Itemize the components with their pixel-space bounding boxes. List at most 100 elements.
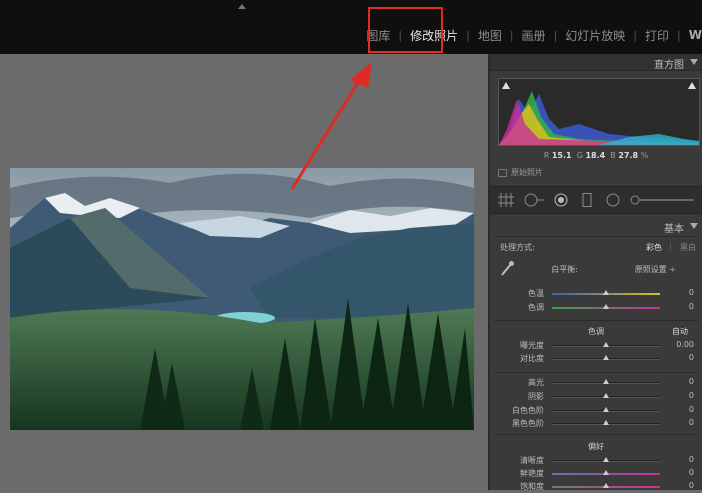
tint-value[interactable]: 0 bbox=[689, 302, 694, 311]
highlights-row: 高光 0 bbox=[490, 377, 702, 389]
radial-filter-icon[interactable] bbox=[606, 193, 620, 207]
module-web[interactable]: W bbox=[681, 28, 702, 42]
temp-label: 色温 bbox=[528, 289, 544, 298]
saturation-slider-knob[interactable] bbox=[603, 483, 609, 488]
landscape-photo[interactable] bbox=[10, 168, 474, 430]
temp-slider[interactable] bbox=[552, 290, 660, 295]
b-label: B bbox=[610, 151, 616, 160]
temp-row: 色温 0 bbox=[490, 288, 702, 300]
process-separator: | bbox=[669, 242, 672, 251]
white-balance-row: 白平衡: 原照设置 ÷ bbox=[490, 261, 702, 276]
module-slideshow[interactable]: 幻灯片放映 bbox=[557, 27, 633, 44]
whites-value[interactable]: 0 bbox=[689, 405, 694, 414]
adjustment-brush-icon[interactable] bbox=[630, 193, 694, 207]
clarity-value[interactable]: 0 bbox=[689, 455, 694, 464]
highlights-slider[interactable] bbox=[552, 379, 660, 384]
saturation-slider[interactable] bbox=[552, 483, 660, 488]
tint-slider[interactable] bbox=[552, 304, 660, 309]
histogram-header[interactable]: 直方图 bbox=[490, 54, 702, 71]
auto-tone-button[interactable]: 自动 bbox=[672, 326, 688, 337]
whites-slider-knob[interactable] bbox=[603, 407, 609, 412]
process-bw-option[interactable]: 黑白 bbox=[680, 242, 696, 253]
contrast-slider[interactable] bbox=[552, 355, 660, 360]
contrast-label: 对比度 bbox=[520, 354, 544, 363]
original-photo-toggle[interactable]: 原始照片 bbox=[498, 167, 543, 178]
blacks-label: 黑色色阶 bbox=[512, 419, 544, 428]
exposure-slider[interactable] bbox=[552, 342, 660, 347]
clarity-label: 清晰度 bbox=[520, 456, 544, 465]
basic-header[interactable]: 基本 bbox=[490, 218, 702, 235]
shadows-label: 阴影 bbox=[528, 392, 544, 401]
percent-unit: % bbox=[640, 151, 649, 160]
contrast-row: 对比度 0 bbox=[490, 353, 702, 365]
saturation-label: 饱和度 bbox=[520, 482, 544, 491]
vibrance-label: 鲜艳度 bbox=[520, 469, 544, 478]
shadows-row: 阴影 0 bbox=[490, 391, 702, 403]
process-row: 处理方式: 彩色 | 黑白 bbox=[490, 242, 702, 254]
section-divider bbox=[494, 236, 698, 237]
vibrance-slider-knob[interactable] bbox=[603, 470, 609, 475]
presence-title: 偏好 bbox=[588, 442, 604, 451]
clarity-slider[interactable] bbox=[552, 457, 660, 462]
shadows-value[interactable]: 0 bbox=[689, 391, 694, 400]
contrast-slider-knob[interactable] bbox=[603, 355, 609, 360]
white-balance-select[interactable]: 原照设置 ÷ bbox=[635, 264, 676, 275]
r-label: R bbox=[543, 151, 550, 160]
basic-collapse-icon[interactable] bbox=[690, 223, 698, 229]
presence-header-row: 偏好 bbox=[490, 441, 702, 453]
temp-slider-knob[interactable] bbox=[603, 290, 609, 295]
section-divider bbox=[494, 372, 698, 373]
right-panel: 直方图 R 15.1 G 18.4 B 27.8 % 原始照片 基本 处理方式:… bbox=[490, 54, 702, 491]
mountain-landscape-image bbox=[10, 168, 474, 430]
tint-slider-knob[interactable] bbox=[603, 304, 609, 309]
saturation-value[interactable]: 0 bbox=[689, 481, 694, 490]
module-print[interactable]: 打印 bbox=[637, 27, 677, 44]
blacks-value[interactable]: 0 bbox=[689, 418, 694, 427]
module-bar: 图库 | 修改照片 | 地图 | 画册 | 幻灯片放映 | 打印 | W bbox=[0, 0, 702, 54]
section-divider bbox=[494, 320, 698, 321]
highlights-label: 高光 bbox=[528, 378, 544, 387]
whites-label: 白色色阶 bbox=[512, 406, 544, 415]
spot-removal-icon[interactable] bbox=[524, 193, 544, 207]
tint-label: 色调 bbox=[528, 303, 544, 312]
red-eye-icon[interactable] bbox=[554, 193, 568, 207]
contrast-value[interactable]: 0 bbox=[689, 353, 694, 362]
highlight-clipping-icon[interactable] bbox=[688, 82, 696, 89]
whites-row: 白色色阶 0 bbox=[490, 405, 702, 417]
clarity-slider-knob[interactable] bbox=[603, 457, 609, 462]
module-book[interactable]: 画册 bbox=[514, 27, 554, 44]
graduated-filter-icon[interactable] bbox=[582, 193, 592, 207]
blacks-slider-knob[interactable] bbox=[603, 420, 609, 425]
annotation-highlight-box bbox=[368, 7, 443, 53]
shadows-slider[interactable] bbox=[552, 393, 660, 398]
histogram bbox=[498, 78, 700, 146]
whites-slider[interactable] bbox=[552, 407, 660, 412]
shadows-slider-knob[interactable] bbox=[603, 393, 609, 398]
checkbox-icon[interactable] bbox=[498, 168, 507, 177]
vibrance-value[interactable]: 0 bbox=[689, 468, 694, 477]
blacks-slider[interactable] bbox=[552, 420, 660, 425]
b-value: 27.8 bbox=[618, 151, 639, 160]
highlights-slider-knob[interactable] bbox=[603, 379, 609, 384]
temp-value[interactable]: 0 bbox=[689, 288, 694, 297]
g-value: 18.4 bbox=[585, 151, 606, 160]
highlights-value[interactable]: 0 bbox=[689, 377, 694, 386]
collapse-top-panel-icon[interactable] bbox=[238, 4, 246, 9]
original-photo-label: 原始照片 bbox=[511, 168, 543, 177]
module-map[interactable]: 地图 bbox=[470, 27, 510, 44]
exposure-slider-knob[interactable] bbox=[603, 342, 609, 347]
blacks-row: 黑色色阶 0 bbox=[490, 418, 702, 430]
exposure-value[interactable]: 0.00 bbox=[676, 340, 694, 349]
vibrance-slider[interactable] bbox=[552, 470, 660, 475]
crop-grid-icon[interactable] bbox=[498, 193, 514, 207]
white-balance-label: 白平衡: bbox=[551, 265, 578, 274]
basic-title: 基本 bbox=[664, 224, 684, 235]
eyedropper-icon[interactable] bbox=[500, 260, 514, 276]
section-divider bbox=[494, 434, 698, 435]
panel-collapse-icon[interactable] bbox=[690, 59, 698, 65]
process-color-option[interactable]: 彩色 bbox=[646, 242, 662, 253]
shadow-clipping-icon[interactable] bbox=[502, 82, 510, 89]
tint-row: 色调 0 bbox=[490, 302, 702, 314]
photo-canvas bbox=[0, 54, 488, 490]
clarity-row: 清晰度 0 bbox=[490, 455, 702, 467]
